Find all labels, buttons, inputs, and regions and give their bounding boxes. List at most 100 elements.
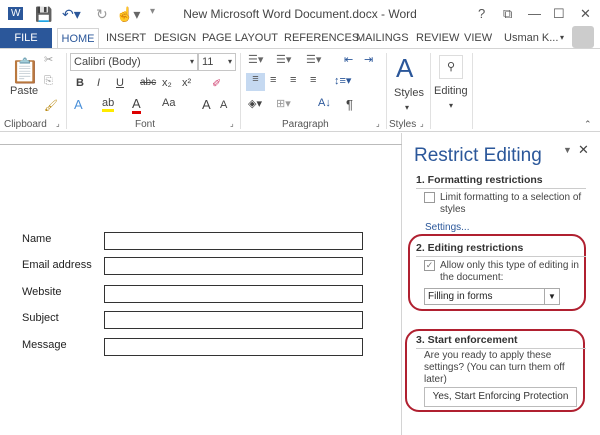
form-label-email: Email address [22,259,92,271]
chevron-down-icon: ▾ [189,57,194,66]
group-label-styles: Styles [389,119,417,130]
multilevel-list-icon[interactable]: ☰▾ [306,53,321,66]
group-label-font: Font [135,119,156,130]
superscript-button[interactable]: x² [182,77,191,89]
chevron-down-icon[interactable]: ▾ [405,103,409,112]
font-size-value: 11 [202,56,214,68]
ribbon: 📋 Paste ✂ ⎘ 🖌 Calibri (Body) ▾ 11 ▾ B I U … [0,48,600,132]
subject-field[interactable] [104,311,363,329]
panel-title: Restrict Editing [414,145,542,166]
tab-page-layout[interactable]: PAGE LAYOUT [202,28,278,48]
underline-button[interactable]: U [116,77,124,89]
allow-editing-label: Allow only this type of editing in the d… [440,260,579,283]
group-label-paragraph: Paragraph [282,119,329,130]
limit-formatting-label: Limit formatting to a selection of style… [440,192,582,215]
start-enforcing-button[interactable]: Yes, Start Enforcing Protection [424,387,577,407]
close-icon[interactable]: ✕ [580,6,591,22]
grow-font-button[interactable]: A [202,97,211,112]
document-area[interactable] [0,133,402,435]
email-field[interactable] [104,257,363,275]
tab-references[interactable]: REFERENCES [284,28,359,48]
help-icon[interactable]: ? [478,6,485,21]
dialog-launcher-icon[interactable]: ⌟ [230,119,234,128]
highlight-button[interactable]: ab [102,97,115,112]
line-spacing-icon[interactable]: ↕≡▾ [334,74,351,87]
increase-indent-icon[interactable]: ⇥ [364,53,373,66]
section-editing-restrictions: 2. Editing restrictions [416,242,586,257]
message-field[interactable] [104,338,363,356]
name-field[interactable] [104,232,363,250]
subscript-button[interactable]: x₂ [162,77,172,89]
tab-insert[interactable]: INSERT [106,28,146,48]
shading-icon[interactable]: ◈▾ [248,97,262,110]
avatar[interactable] [572,26,594,48]
show-formatting-button[interactable]: ¶ [346,97,353,112]
website-field[interactable] [104,285,363,303]
copy-icon[interactable]: ⎘ [44,75,53,88]
chevron-down-icon[interactable]: ▾ [560,28,564,48]
form-label-subject: Subject [22,312,59,324]
editing-type-select[interactable]: Filling in forms ▼ [424,288,560,305]
numbering-icon[interactable]: ☰▾ [276,53,291,66]
strikethrough-button[interactable]: abc [140,77,156,88]
sort-icon[interactable]: A↓ [318,97,331,109]
styles-icon[interactable]: A [396,53,413,84]
format-painter-icon[interactable]: 🖌 [44,99,58,112]
dialog-launcher-icon[interactable]: ⌟ [420,119,424,128]
form-label-name: Name [22,233,52,245]
italic-button[interactable]: I [97,77,100,89]
group-label-clipboard: Clipboard [4,119,47,130]
page-edge [0,144,402,145]
editing-type-value: Filling in forms [428,291,493,302]
ribbon-tabs: FILE HOME INSERT DESIGN PAGE LAYOUT REFE… [0,26,600,48]
font-name-combo[interactable]: Calibri (Body) ▾ [70,53,198,71]
paste-button[interactable]: Paste [10,85,38,97]
tab-view[interactable]: VIEW [464,28,492,48]
collapse-ribbon-icon[interactable]: ⌃ [584,119,592,130]
cut-icon[interactable]: ✂ [44,53,53,66]
decrease-indent-icon[interactable]: ⇤ [344,53,353,66]
user-account[interactable]: Usman K... [504,28,558,48]
font-name-value: Calibri (Body) [74,56,141,68]
panel-close-icon[interactable]: ✕ [578,142,589,158]
paste-icon[interactable]: 📋 [10,57,40,86]
title-bar: W 💾 ↶▾ ↻ ☝▾ ▾ New Microsoft Word Documen… [0,0,600,30]
limit-formatting-checkbox[interactable] [424,192,435,203]
ribbon-display-icon[interactable]: ⧉ [503,6,512,22]
settings-link[interactable]: Settings... [425,222,469,234]
shrink-font-button[interactable]: A [220,99,227,111]
section-formatting-restrictions: 1. Formatting restrictions [416,174,586,189]
dialog-launcher-icon[interactable]: ⌟ [376,119,380,128]
enforcement-description: Are you ready to apply these settings? (… [424,350,565,385]
styles-button[interactable]: Styles [394,87,424,99]
align-left-icon[interactable]: ≡ [246,73,265,91]
clear-formatting-icon[interactable]: ✐ [212,77,221,90]
panel-options-icon[interactable]: ▼ [563,145,572,155]
align-center-icon[interactable]: ≡ [270,74,276,86]
chevron-down-icon[interactable]: ▾ [449,101,453,110]
tab-review[interactable]: REVIEW [416,28,459,48]
editing-button[interactable]: Editing [434,85,468,97]
dialog-launcher-icon[interactable]: ⌟ [56,119,60,128]
tab-file[interactable]: FILE [0,28,52,48]
font-size-combo[interactable]: 11 ▾ [198,53,236,71]
bullets-icon[interactable]: ☰▾ [248,53,263,66]
section-start-enforcement: 3. Start enforcement [416,334,586,349]
form-label-message: Message [22,339,67,351]
justify-icon[interactable]: ≡ [310,74,316,86]
text-effects-button[interactable]: A [74,97,83,112]
chevron-down-icon: ▾ [227,57,232,66]
maximize-icon[interactable]: ☐ [553,6,565,22]
tab-home[interactable]: HOME [57,28,99,48]
align-right-icon[interactable]: ≡ [290,74,296,86]
minimize-icon[interactable]: — [528,6,541,21]
form-label-website: Website [22,286,62,298]
change-case-button[interactable]: Aa [162,97,175,109]
font-color-button[interactable]: A [132,96,141,114]
allow-editing-checkbox[interactable]: ✓ [424,260,435,271]
tab-mailings[interactable]: MAILINGS [356,28,409,48]
binoculars-icon[interactable]: ⚲ [439,55,463,79]
tab-design[interactable]: DESIGN [154,28,196,48]
bold-button[interactable]: B [76,77,84,89]
borders-icon[interactable]: ⊞▾ [276,97,291,110]
